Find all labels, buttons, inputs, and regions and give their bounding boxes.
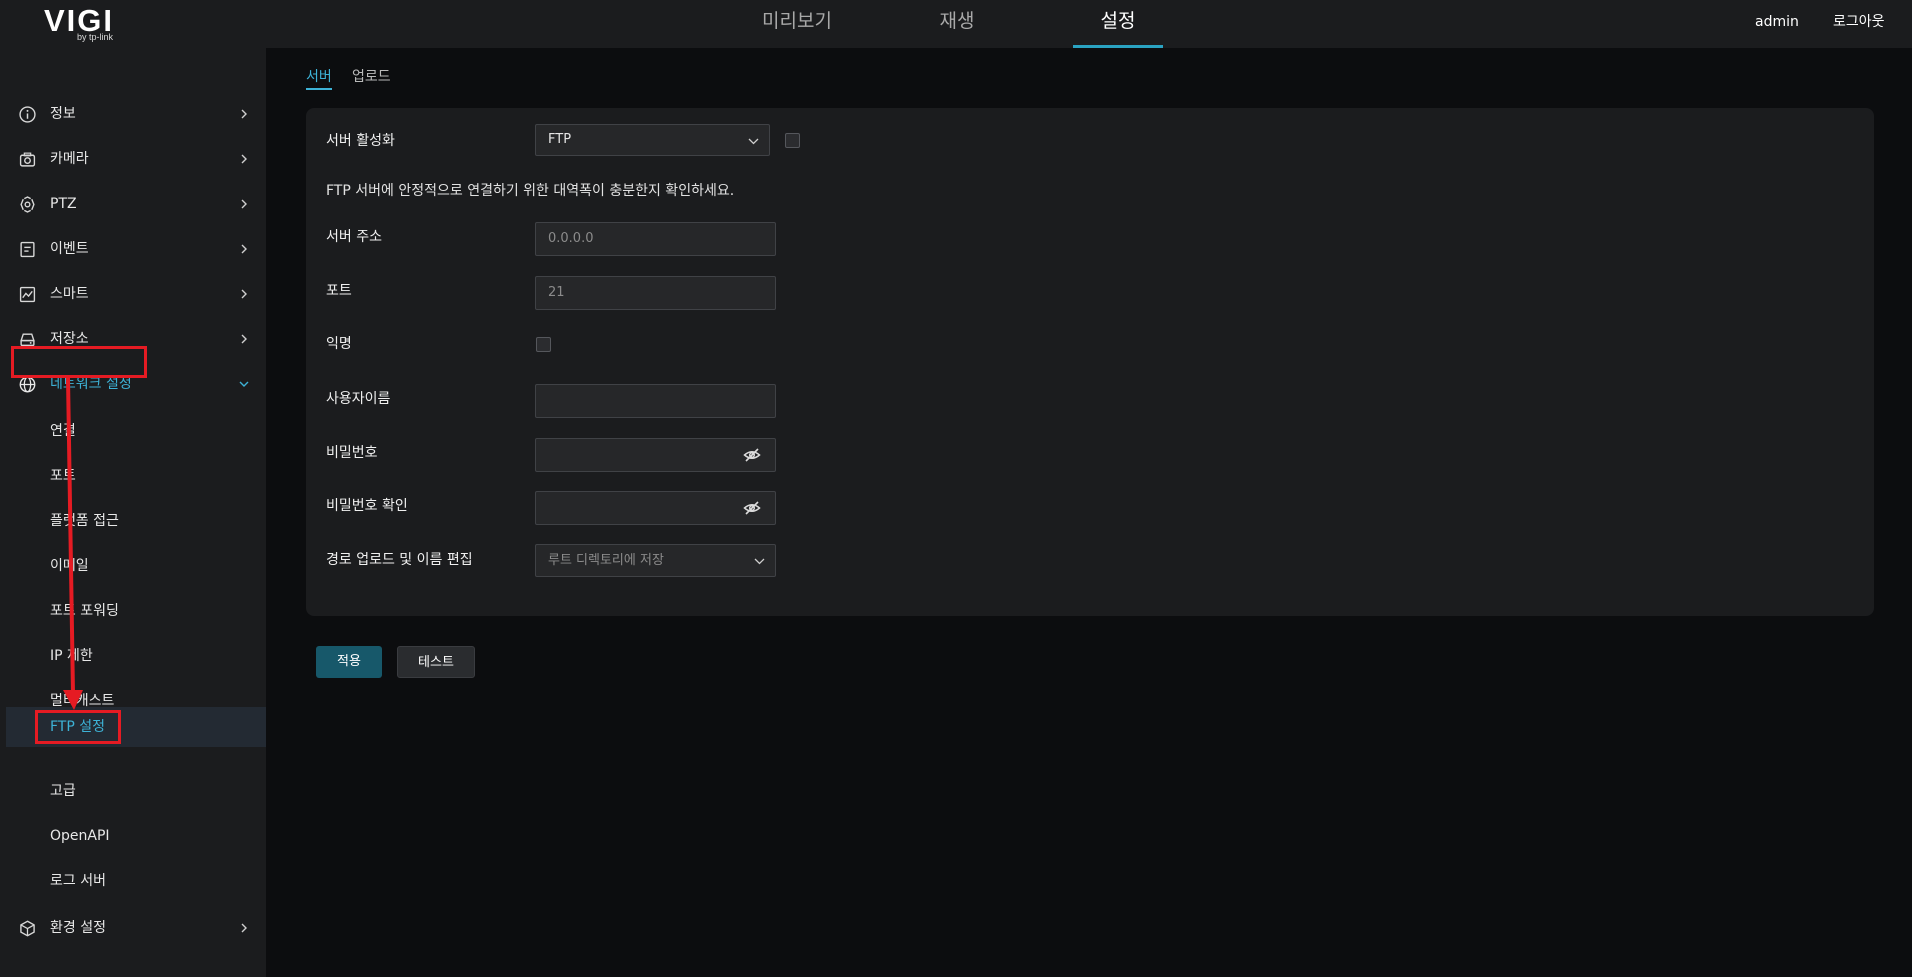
sidebar-item-label: 네트워크 설정: [50, 376, 132, 392]
event-icon: [20, 241, 35, 258]
chevron-right-icon: [241, 109, 247, 119]
sidebar-subitem-label: IP 제한: [50, 648, 93, 664]
sidebar-subitem-platform-access[interactable]: 플랫폼 접근: [6, 502, 266, 540]
server-type-select[interactable]: FTP: [535, 124, 770, 156]
vigi-logo: VIGI by tp-link: [44, 2, 144, 46]
test-button[interactable]: 테스트: [397, 646, 475, 678]
path-label: 경로 업로드 및 이름 편집: [326, 552, 473, 568]
sidebar-item-smart[interactable]: 스마트: [0, 272, 266, 317]
sidebar-subitem-ip-filter[interactable]: IP 제한: [6, 637, 266, 675]
sidebar-item-label: PTZ: [50, 196, 77, 212]
sidebar-item-system[interactable]: 환경 설정: [0, 906, 266, 951]
password-input[interactable]: [535, 438, 776, 472]
server-address-input[interactable]: 0.0.0.0: [535, 222, 776, 256]
sidebar-item-label: 스마트: [50, 286, 89, 302]
storage-icon: [20, 333, 35, 347]
sidebar: 정보 카메라 PTZ 이벤트 스마트 저장소 네트워크 설정 연결 포트 플랫폼…: [0, 48, 266, 977]
tab-settings[interactable]: 설정: [1073, 0, 1163, 48]
eye-off-icon[interactable]: [743, 447, 761, 463]
user-name[interactable]: admin: [1755, 0, 1799, 44]
username-input[interactable]: [535, 384, 776, 418]
sidebar-item-info[interactable]: 정보: [0, 92, 266, 137]
sidebar-subitem-label: OpenAPI: [50, 828, 110, 844]
chevron-right-icon: [241, 289, 247, 299]
server-type-value: FTP: [548, 132, 572, 147]
sidebar-item-storage[interactable]: 저장소: [0, 317, 266, 362]
sidebar-item-ptz[interactable]: PTZ: [0, 182, 266, 227]
chevron-right-icon: [241, 334, 247, 344]
top-bar: VIGI by tp-link 미리보기 재생 설정 admin 로그아웃: [0, 0, 1912, 48]
sidebar-item-label: 정보: [50, 106, 76, 122]
chevron-right-icon: [241, 154, 247, 164]
anonymous-label: 익명: [326, 336, 352, 352]
subtab-upload[interactable]: 업로드: [352, 67, 391, 87]
tab-playback[interactable]: 재생: [907, 0, 1007, 48]
chevron-right-icon: [241, 199, 247, 209]
ftp-settings-panel: 서버 활성화 FTP FTP 서버에 안정적으로 연결하기 위한 대역폭이 충분…: [306, 108, 1874, 616]
sidebar-subitem-openapi[interactable]: OpenAPI: [6, 817, 266, 855]
sidebar-subitem-log-server[interactable]: 로그 서버: [6, 862, 266, 900]
path-select[interactable]: 루트 디렉토리에 저장: [535, 544, 776, 577]
sidebar-subitem-port-forwarding[interactable]: 포트 포워딩: [6, 592, 266, 630]
server-enable-checkbox[interactable]: [785, 133, 800, 148]
sidebar-subitem-label: 플랫폼 접근: [50, 513, 119, 529]
main-content: 서버 업로드 서버 활성화 FTP FTP 서버에 안정적으로 연결하기 위한 …: [266, 48, 1912, 977]
anonymous-checkbox[interactable]: [536, 337, 551, 352]
logout-link[interactable]: 로그아웃: [1833, 0, 1885, 44]
sidebar-item-camera[interactable]: 카메라: [0, 137, 266, 182]
server-address-placeholder: 0.0.0.0: [548, 231, 594, 246]
chevron-down-icon: [239, 381, 249, 387]
bandwidth-notice: FTP 서버에 안정적으로 연결하기 위한 대역폭이 충분한지 확인하세요.: [326, 183, 735, 199]
sidebar-subitem-label: 이메일: [50, 558, 89, 574]
username-label: 사용자이름: [326, 391, 391, 407]
sidebar-item-label: 환경 설정: [50, 920, 106, 936]
sidebar-subitem-label: 포트 포워딩: [50, 603, 119, 619]
cube-icon: [20, 920, 35, 937]
confirm-password-label: 비밀번호 확인: [326, 498, 408, 514]
sidebar-subitem-label: FTP 설정: [50, 719, 106, 735]
sidebar-item-label: 저장소: [50, 331, 89, 347]
chevron-right-icon: [241, 244, 247, 254]
sidebar-item-network[interactable]: 네트워크 설정: [0, 362, 266, 407]
server-enable-label: 서버 활성화: [326, 133, 395, 149]
password-label: 비밀번호: [326, 445, 378, 461]
sidebar-item-label: 이벤트: [50, 241, 89, 257]
server-address-label: 서버 주소: [326, 229, 382, 245]
sidebar-subitem-label: 연결: [50, 423, 76, 439]
sidebar-item-label: 카메라: [50, 151, 89, 167]
tab-preview[interactable]: 미리보기: [747, 0, 847, 48]
logo-subtext: by tp-link: [77, 32, 114, 42]
info-icon: [19, 106, 36, 123]
sidebar-subitem-label: 로그 서버: [50, 873, 106, 889]
sidebar-subitem-label: 고급: [50, 783, 76, 799]
port-value: 21: [548, 285, 565, 300]
sidebar-subitem-port[interactable]: 포트: [6, 457, 266, 495]
smart-icon: [19, 286, 36, 303]
port-label: 포트: [326, 283, 352, 299]
sidebar-subitem-advanced[interactable]: 고급: [6, 772, 266, 810]
sidebar-subitem-ftp[interactable]: FTP 설정: [6, 707, 266, 747]
globe-icon: [19, 376, 36, 393]
chevron-down-icon: [754, 558, 765, 565]
sidebar-item-event[interactable]: 이벤트: [0, 227, 266, 272]
path-value: 루트 디렉토리에 저장: [548, 553, 664, 568]
camera-icon: [19, 152, 36, 167]
confirm-password-input[interactable]: [535, 491, 776, 525]
sidebar-subitem-connection[interactable]: 연결: [6, 412, 266, 450]
port-input[interactable]: 21: [535, 276, 776, 310]
chevron-right-icon: [241, 923, 247, 933]
chevron-down-icon: [748, 138, 759, 145]
apply-button[interactable]: 적용: [316, 646, 382, 678]
subtab-server[interactable]: 서버: [306, 67, 332, 90]
sidebar-subitem-email[interactable]: 이메일: [6, 547, 266, 585]
eye-off-icon[interactable]: [743, 500, 761, 516]
sidebar-subitem-label: 포트: [50, 468, 76, 484]
ptz-icon: [20, 196, 35, 213]
